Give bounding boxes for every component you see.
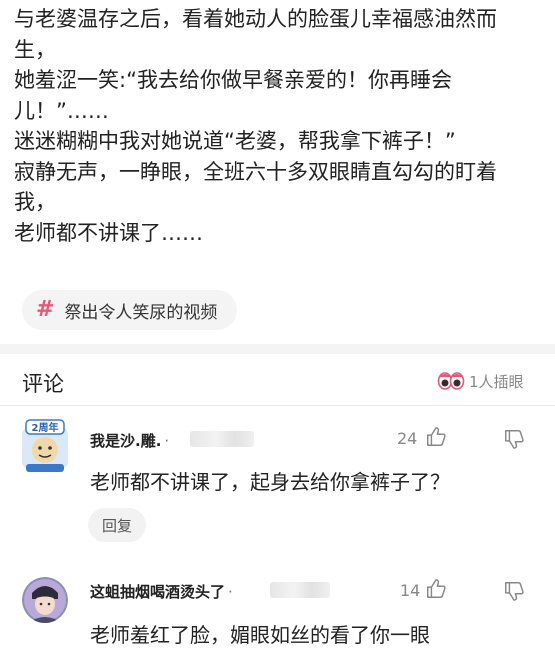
comment-username[interactable]: 我是沙.雕. · [90,430,169,451]
comments-header: 评论 1人插眼 [0,354,555,406]
comment-text: 老师都不讲课了，起身去给你拿裤子了？ [90,470,450,494]
post-line: 儿！”…… [14,98,109,123]
post-line: 迷迷糊糊中我对她说道“老婆，帮我拿下裤子！” [14,129,456,153]
blurred-info [270,582,330,598]
post-line: 寂静无声，一睁眼，全班六十多双眼睛直勾勾的盯着 [14,159,497,184]
thumbs-up-icon[interactable] [425,578,447,600]
topic-chip[interactable]: # 祭出令人笑尿的视频 [22,290,237,330]
topic-label: 祭出令人笑尿的视频 [64,302,218,323]
eyes-icon[interactable] [437,372,465,390]
like-count: 14 [400,581,421,600]
section-divider [0,344,555,354]
comment-text: 老师羞红了脸，媚眼如丝的看了你一眼 [90,623,430,647]
post-line: 我， [14,190,56,214]
avatar[interactable]: 2周年 [16,418,74,476]
thumbs-down-icon[interactable] [503,580,525,602]
hashtag-icon: # [36,297,55,322]
thumbs-up-icon[interactable] [425,426,447,448]
comment-username[interactable]: 这蛆抽烟喝酒烫头了 · [90,581,233,602]
avatar[interactable] [22,577,68,623]
post-line: 她羞涩一笑:“我去给你做早餐亲爱的！你再睡会 [14,68,452,92]
post-line: 与老婆温存之后，看着她动人的脸蛋儿幸福感油然而 [14,7,497,31]
post-line: 老师都不讲课了…… [14,220,203,245]
like-count: 24 [397,429,418,448]
comments-title: 评论 [22,372,64,396]
reply-button[interactable]: 回复 [88,508,146,542]
insert-count[interactable]: 1人插眼 [469,371,524,392]
post-body: 与老婆温存之后，看着她动人的脸蛋儿幸福感油然而 生， 她羞涩一笑:“我去给你做早… [14,4,544,248]
thumbs-down-icon[interactable] [503,428,525,450]
header-divider [0,405,555,406]
post-line: 生， [14,37,56,62]
avatar-badge-text: 2周年 [32,421,59,434]
blurred-info [190,431,254,447]
